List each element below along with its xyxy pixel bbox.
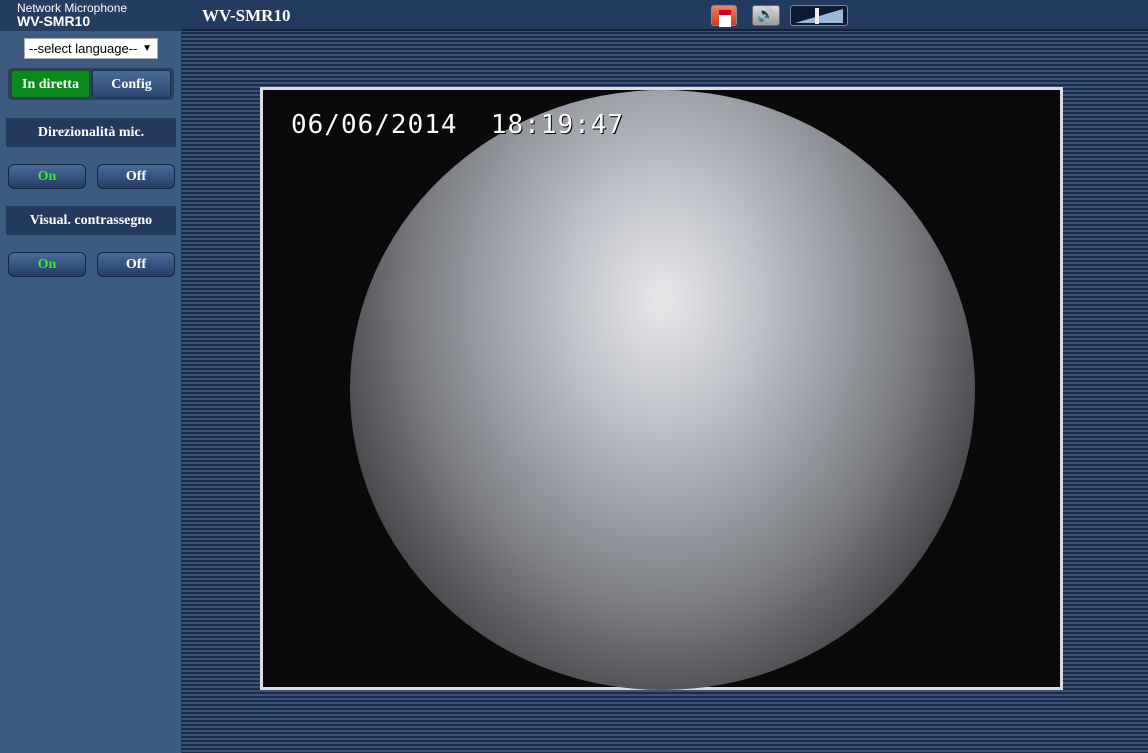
sidebar: Network Microphone WV-SMR10 --select lan…: [0, 0, 182, 753]
language-selected: --select language--: [29, 41, 138, 56]
mic-directionality-off-button[interactable]: Off: [97, 164, 175, 189]
record-icon[interactable]: [711, 5, 737, 27]
video-time: 18:19:47: [490, 110, 625, 140]
mode-tabs: In diretta Config: [8, 68, 174, 100]
tab-live[interactable]: In diretta: [11, 70, 90, 98]
speaker-icon[interactable]: 🔊: [752, 5, 780, 26]
tab-config[interactable]: Config: [92, 70, 171, 98]
page-title: WV-SMR10: [202, 6, 291, 25]
chevron-down-icon: ▼: [142, 43, 152, 54]
marker-display-on-button[interactable]: On: [8, 252, 86, 277]
header: WV-SMR10 🔊: [182, 0, 1148, 31]
video-date: 06/06/2014: [291, 110, 458, 140]
video-view[interactable]: 06/06/2014 18:19:47: [260, 87, 1063, 690]
mic-directionality-header: Direzionalità mic.: [6, 118, 176, 147]
volume-level-icon[interactable]: [790, 5, 848, 26]
fisheye-image: [350, 90, 975, 690]
video-timestamp: 06/06/2014 18:19:47: [291, 110, 624, 140]
mic-directionality-on-button[interactable]: On: [8, 164, 86, 189]
language-select[interactable]: --select language-- ▼: [24, 38, 158, 59]
marker-display-header: Visual. contrassegno: [6, 206, 176, 235]
brand-model: WV-SMR10: [17, 13, 91, 29]
brand: Network Microphone WV-SMR10: [0, 0, 182, 31]
marker-display-off-button[interactable]: Off: [97, 252, 175, 277]
